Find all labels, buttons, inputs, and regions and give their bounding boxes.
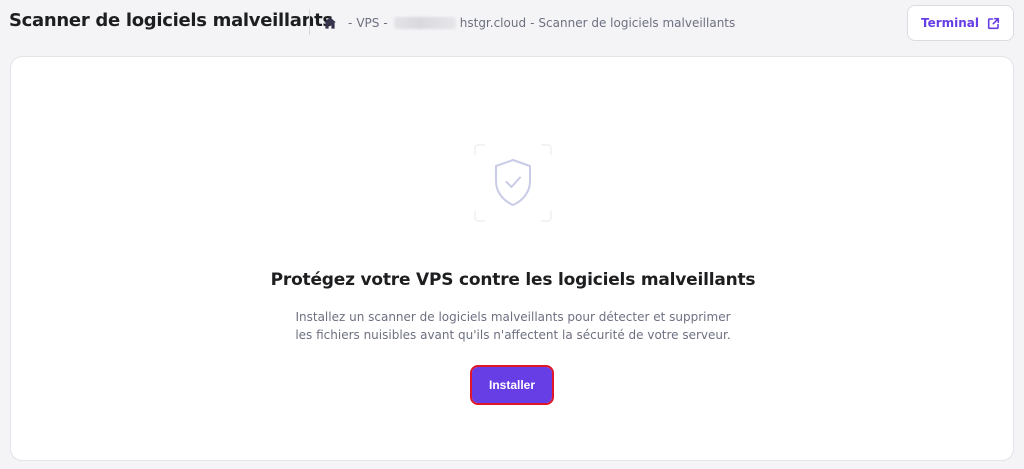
terminal-button[interactable]: Terminal bbox=[907, 5, 1014, 41]
install-button[interactable]: Installer bbox=[470, 365, 554, 405]
terminal-button-label: Terminal bbox=[920, 16, 980, 30]
header-divider bbox=[309, 9, 310, 35]
breadcrumb-current: Scanner de logiciels malveillants bbox=[538, 16, 736, 30]
redacted-hostname bbox=[393, 17, 456, 29]
breadcrumb-separator: - bbox=[530, 16, 535, 30]
external-link-icon bbox=[987, 17, 1000, 30]
shield-check-icon bbox=[473, 143, 553, 223]
page-header: Scanner de logiciels malveillants - VPS … bbox=[0, 0, 1024, 46]
card-description: Installez un scanner de logiciels malvei… bbox=[273, 308, 753, 344]
description-line: Installez un scanner de logiciels malvei… bbox=[295, 310, 731, 324]
card-heading: Protégez votre VPS contre les logiciels … bbox=[270, 270, 756, 290]
breadcrumb-host-suffix[interactable]: hstgr.cloud bbox=[460, 16, 526, 30]
breadcrumb-separator: - bbox=[348, 16, 353, 30]
breadcrumb: - VPS - hstgr.cloud - Scanner de logicie… bbox=[323, 14, 735, 32]
malware-scanner-card: Protégez votre VPS contre les logiciels … bbox=[10, 56, 1014, 461]
breadcrumb-vps[interactable]: VPS bbox=[356, 16, 379, 30]
home-icon[interactable] bbox=[323, 16, 337, 30]
description-line: les fichiers nuisibles avant qu'ils n'af… bbox=[295, 328, 731, 342]
page-title: Scanner de logiciels malveillants bbox=[9, 10, 333, 31]
breadcrumb-separator: - bbox=[383, 16, 388, 30]
